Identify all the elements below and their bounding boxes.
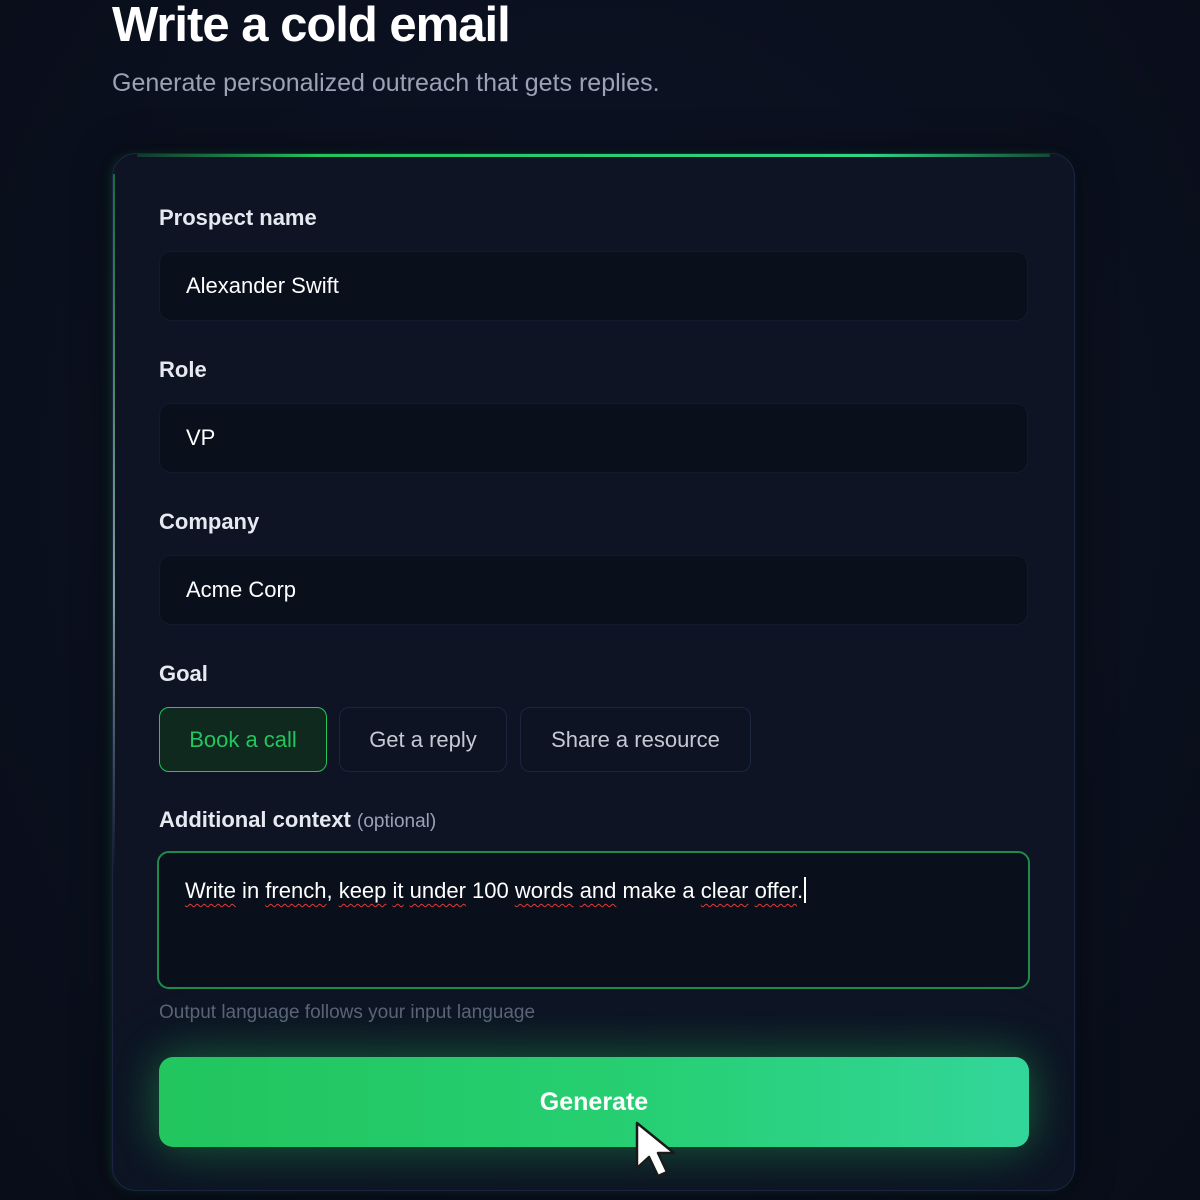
context-word: offer xyxy=(754,878,798,903)
context-word: and xyxy=(579,878,617,903)
role-value: VP xyxy=(186,425,216,450)
context-word: clear xyxy=(700,878,749,903)
context-text: 100 xyxy=(465,878,515,903)
page-title: Write a cold email xyxy=(112,0,511,52)
context-text: . xyxy=(797,878,804,903)
goal-option-share-a-resource[interactable]: Share a resource xyxy=(520,707,751,772)
context-text: in xyxy=(235,878,266,903)
cold-email-form-card: Prospect name Alexander Swift Role VP Co… xyxy=(112,153,1075,1191)
card-top-glow xyxy=(137,154,1050,157)
role-label: Role xyxy=(159,357,207,382)
mouse-pointer-icon xyxy=(635,1121,676,1178)
optional-tag: (optional) xyxy=(357,811,437,832)
context-word: words xyxy=(514,878,574,903)
goal-label: Goal xyxy=(159,661,208,686)
context-word: under xyxy=(409,878,466,903)
goal-option-book-a-call[interactable]: Book a call xyxy=(159,707,327,772)
prospect-name-value: Alexander Swift xyxy=(186,273,339,298)
context-word: it xyxy=(392,878,404,903)
additional-context-label: Additional context (optional) xyxy=(159,807,436,835)
generate-button-label: Generate xyxy=(539,1087,649,1116)
page-subtitle: Generate personalized outreach that gets… xyxy=(112,69,660,97)
additional-context-textarea[interactable]: Write in french, keep it under 100 words… xyxy=(157,851,1030,989)
company-input[interactable]: Acme Corp xyxy=(159,555,1028,625)
language-hint: Output language follows your input langu… xyxy=(159,1002,536,1023)
prospect-name-input[interactable]: Alexander Swift xyxy=(159,251,1028,321)
card-left-glow xyxy=(113,174,115,874)
prospect-name-label: Prospect name xyxy=(159,205,317,230)
context-word: french xyxy=(265,878,327,903)
company-value: Acme Corp xyxy=(186,577,297,602)
context-word: Write xyxy=(185,878,236,903)
context-text: make a xyxy=(616,878,701,903)
generate-button[interactable]: Generate xyxy=(159,1057,1029,1147)
company-label: Company xyxy=(159,509,260,534)
additional-context-label-text: Additional context xyxy=(159,807,351,832)
goal-option-get-a-reply[interactable]: Get a reply xyxy=(339,707,507,772)
role-input[interactable]: VP xyxy=(159,403,1028,473)
context-text: , xyxy=(326,878,339,903)
context-word: keep xyxy=(338,878,387,903)
page: Write a cold email Generate personalized… xyxy=(0,0,1200,1200)
text-caret xyxy=(804,877,807,903)
